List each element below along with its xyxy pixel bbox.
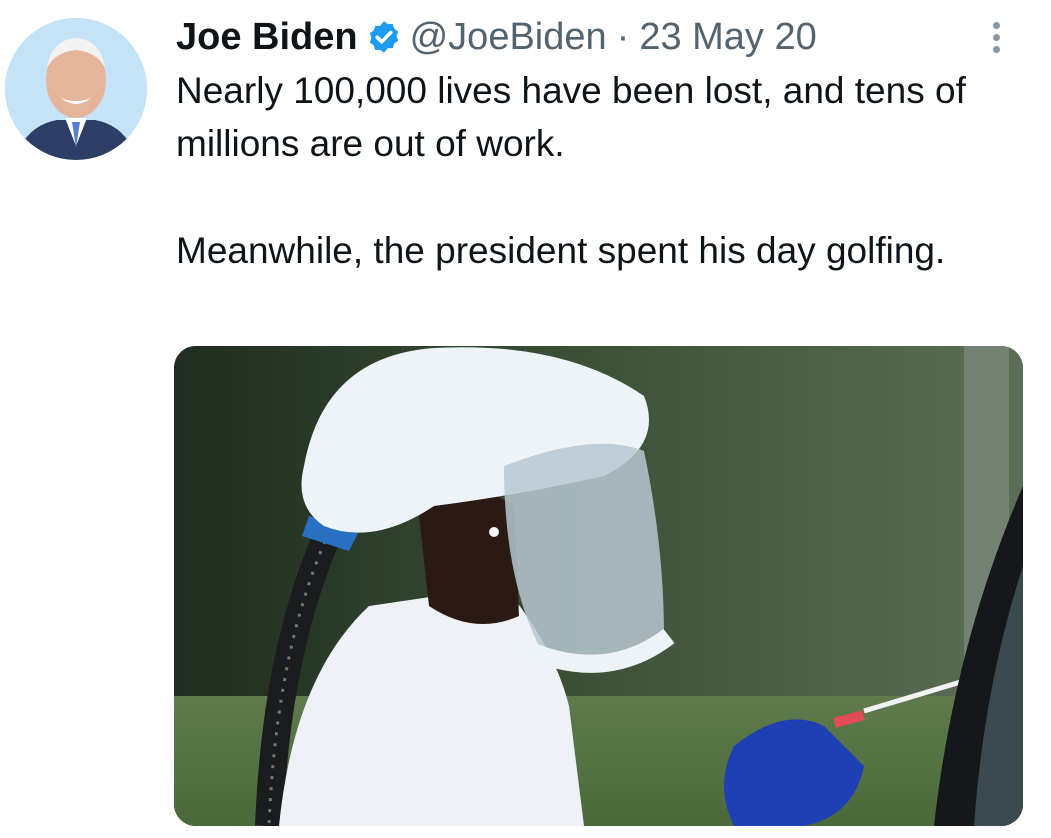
- tweet-video[interactable]: [174, 346, 1023, 826]
- tweet-date[interactable]: 23 May 20: [639, 16, 816, 59]
- author-handle[interactable]: @JoeBiden: [410, 16, 607, 59]
- header-separator: ·: [616, 15, 630, 58]
- author-name[interactable]: Joe Biden: [176, 16, 358, 59]
- tweet-text-paragraph: Nearly 100,000 lives have been lost, and…: [176, 70, 966, 164]
- avatar[interactable]: [5, 18, 147, 160]
- tweet-text: Nearly 100,000 lives have been lost, and…: [176, 64, 1036, 277]
- tweet-text-paragraph: Meanwhile, the president spent his day g…: [176, 230, 946, 271]
- avatar-portrait: [5, 18, 147, 160]
- verified-badge-icon: [366, 19, 402, 55]
- video-frame-image: [174, 346, 1023, 826]
- more-vertical-icon[interactable]: [984, 18, 1010, 58]
- tweet-header: Joe Biden @JoeBiden · 23 May 20: [176, 12, 817, 62]
